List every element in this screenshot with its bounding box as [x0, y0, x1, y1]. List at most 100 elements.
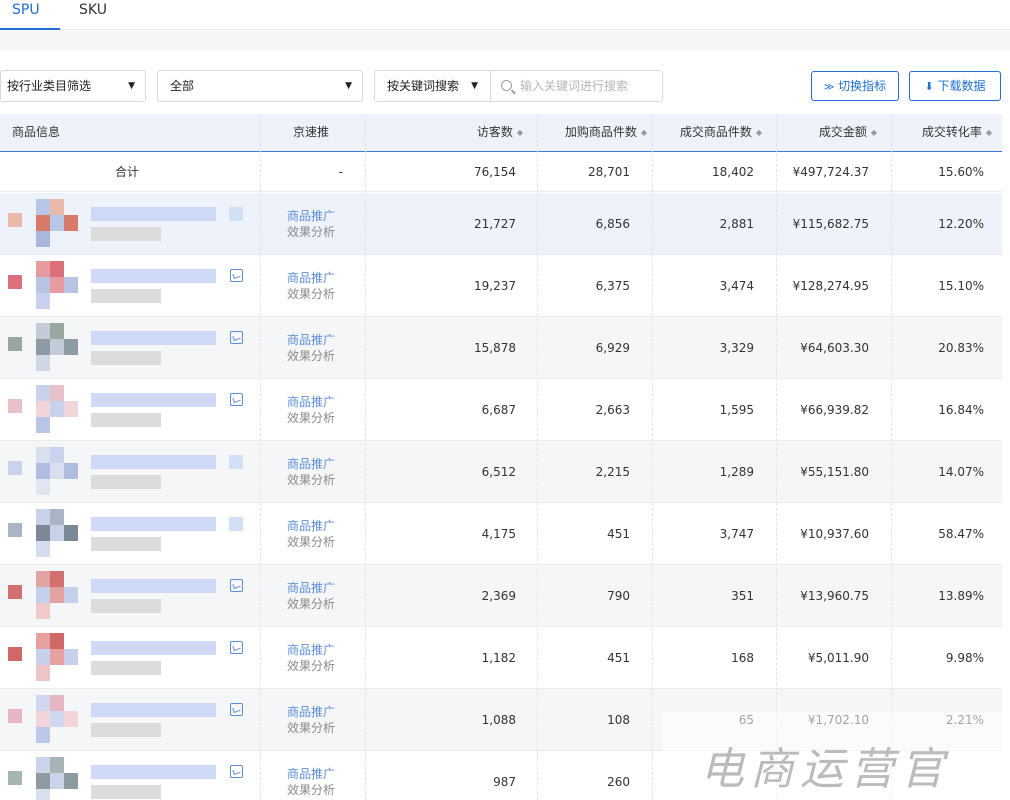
- table-row[interactable]: 商品推广 效果分析 1,182 451 168 ¥5,011.90 9.98%: [0, 627, 1002, 689]
- product-thumbnail[interactable]: [8, 385, 80, 435]
- cell-add-to-cart: 451: [607, 527, 630, 541]
- trend-chart-icon[interactable]: [230, 765, 243, 778]
- cell-add-to-cart: 451: [607, 651, 630, 665]
- product-thumbnail[interactable]: [8, 633, 80, 683]
- effect-analysis-link[interactable]: 效果分析: [287, 410, 335, 426]
- product-title-blurred[interactable]: [91, 393, 216, 407]
- sort-icon[interactable]: ◆: [986, 114, 992, 151]
- product-sku-blurred: [91, 599, 161, 613]
- thumbnail-pixel: [36, 509, 50, 525]
- trend-chart-icon[interactable]: [230, 703, 243, 716]
- product-thumbnail[interactable]: [8, 757, 80, 800]
- col-deal-amount[interactable]: 成交金额 ◆: [777, 114, 877, 151]
- thumbnail-pixel: [8, 771, 22, 785]
- thumbnail-pixel: [36, 711, 50, 727]
- product-title-blurred[interactable]: [91, 579, 216, 593]
- effect-analysis-link[interactable]: 效果分析: [287, 720, 335, 736]
- jingsutui-links: 商品推广 效果分析: [287, 704, 335, 736]
- total-deal-amount: ¥497,724.37: [792, 165, 869, 179]
- thumbnail-pixel: [64, 339, 78, 355]
- table-row[interactable]: 商品推广 效果分析 4,175 451 3,747 ¥10,937.60 58.47%: [0, 503, 1002, 565]
- thumbnail-pixel: [50, 199, 64, 215]
- trend-chart-icon[interactable]: [230, 641, 243, 654]
- product-thumbnail[interactable]: [8, 447, 80, 497]
- product-thumbnail[interactable]: [8, 261, 80, 311]
- effect-analysis-link[interactable]: 效果分析: [287, 472, 335, 488]
- sort-icon[interactable]: ◆: [756, 114, 762, 151]
- effect-analysis-link[interactable]: 效果分析: [287, 286, 335, 302]
- table-row[interactable]: 商品推广 效果分析 19,237 6,375 3,474 ¥128,274.95 15.10…: [0, 255, 1002, 317]
- product-thumbnail[interactable]: [8, 571, 80, 621]
- product-title-blurred[interactable]: [91, 269, 216, 283]
- effect-analysis-link[interactable]: 效果分析: [287, 596, 335, 612]
- product-promotion-link[interactable]: 商品推广: [287, 580, 335, 596]
- col-add-to-cart[interactable]: 加购商品件数 ◆: [538, 114, 647, 151]
- sort-icon[interactable]: ◆: [871, 114, 877, 151]
- product-title-blurred[interactable]: [91, 455, 216, 469]
- sort-icon[interactable]: ◆: [517, 114, 523, 151]
- cell-conversion: 14.07%: [938, 465, 984, 479]
- product-thumbnail[interactable]: [8, 695, 80, 745]
- watermark-text: 电商运营官: [700, 744, 950, 795]
- scope-select[interactable]: 全部 ▼: [157, 70, 363, 102]
- product-promotion-link[interactable]: 商品推广: [287, 456, 335, 472]
- table-row[interactable]: 商品推广 效果分析 6,687 2,663 1,595 ¥66,939.82 16.84%: [0, 379, 1002, 441]
- table-row[interactable]: 商品推广 效果分析 6,512 2,215 1,289 ¥55,151.80 14.07%: [0, 441, 1002, 503]
- product-promotion-link[interactable]: 商品推广: [287, 642, 335, 658]
- product-title-blurred[interactable]: [91, 331, 216, 345]
- thumbnail-pixel: [36, 603, 50, 619]
- product-thumbnail[interactable]: [8, 509, 80, 559]
- effect-analysis-link[interactable]: 效果分析: [287, 224, 335, 240]
- product-title-blurred[interactable]: [91, 207, 216, 221]
- thumbnail-pixel: [50, 695, 64, 711]
- table-row[interactable]: 商品推广 效果分析 2,369 790 351 ¥13,960.75 13.89%: [0, 565, 1002, 627]
- cell-deal-amount: ¥64,603.30: [800, 341, 869, 355]
- product-promotion-link[interactable]: 商品推广: [287, 332, 335, 348]
- product-title-blurred[interactable]: [91, 703, 216, 717]
- section-divider: [0, 31, 1010, 50]
- col-conversion[interactable]: 成交转化率 ◆: [892, 114, 992, 151]
- tab-sku[interactable]: SKU: [79, 2, 107, 30]
- product-title-blurred[interactable]: [91, 641, 216, 655]
- product-thumbnail[interactable]: [8, 199, 80, 249]
- product-promotion-link[interactable]: 商品推广: [287, 766, 335, 782]
- thumbnail-pixel: [36, 665, 50, 681]
- product-promotion-link[interactable]: 商品推广: [287, 270, 335, 286]
- download-label: 下载数据: [937, 79, 986, 93]
- thumbnail-pixel: [36, 525, 50, 541]
- product-promotion-link[interactable]: 商品推广: [287, 704, 335, 720]
- product-promotion-link[interactable]: 商品推广: [287, 394, 335, 410]
- table-row[interactable]: 商品推广 效果分析 15,878 6,929 3,329 ¥64,603.30 20.83%: [0, 317, 1002, 379]
- product-title-blurred[interactable]: [91, 765, 216, 779]
- col-deal-items-label: 成交商品件数: [679, 125, 752, 139]
- tab-spu[interactable]: SPU: [0, 2, 59, 30]
- switch-metrics-button[interactable]: ≫ 切换指标: [811, 71, 899, 101]
- thumbnail-pixel: [50, 587, 64, 603]
- col-deal-items[interactable]: 成交商品件数 ◆: [653, 114, 762, 151]
- trend-chart-icon[interactable]: [230, 579, 243, 592]
- table-row[interactable]: 商品推广 效果分析 21,727 6,856 2,881 ¥115,682.75 12.20…: [0, 193, 1002, 255]
- effect-analysis-link[interactable]: 效果分析: [287, 782, 335, 798]
- search-type-select[interactable]: 按关键词搜索 ▼: [374, 70, 491, 102]
- thumbnail-pixel: [50, 463, 64, 479]
- effect-analysis-link[interactable]: 效果分析: [287, 348, 335, 364]
- product-title-blurred[interactable]: [91, 517, 216, 531]
- product-thumbnail[interactable]: [8, 323, 80, 373]
- thumbnail-pixel: [50, 525, 64, 541]
- cell-deal-items: 1,595: [719, 403, 754, 417]
- category-filter-select[interactable]: 按行业类目筛选 ▼: [0, 70, 146, 102]
- product-sku-blurred: [91, 351, 161, 365]
- trend-chart-icon[interactable]: [230, 331, 243, 344]
- product-promotion-link[interactable]: 商品推广: [287, 208, 335, 224]
- thumbnail-pixel: [64, 401, 78, 417]
- effect-analysis-link[interactable]: 效果分析: [287, 534, 335, 550]
- product-promotion-link[interactable]: 商品推广: [287, 518, 335, 534]
- col-visitors[interactable]: 访客数 ◆: [366, 114, 523, 151]
- keyword-search-input[interactable]: 输入关键词进行搜索: [491, 70, 663, 102]
- trend-chart-icon[interactable]: [230, 393, 243, 406]
- effect-analysis-link[interactable]: 效果分析: [287, 658, 335, 674]
- trend-chart-icon[interactable]: [230, 269, 243, 282]
- jingsutui-links: 商品推广 效果分析: [287, 208, 335, 240]
- download-data-button[interactable]: ⬇ 下载数据: [909, 71, 1001, 101]
- sort-icon[interactable]: ◆: [641, 114, 647, 151]
